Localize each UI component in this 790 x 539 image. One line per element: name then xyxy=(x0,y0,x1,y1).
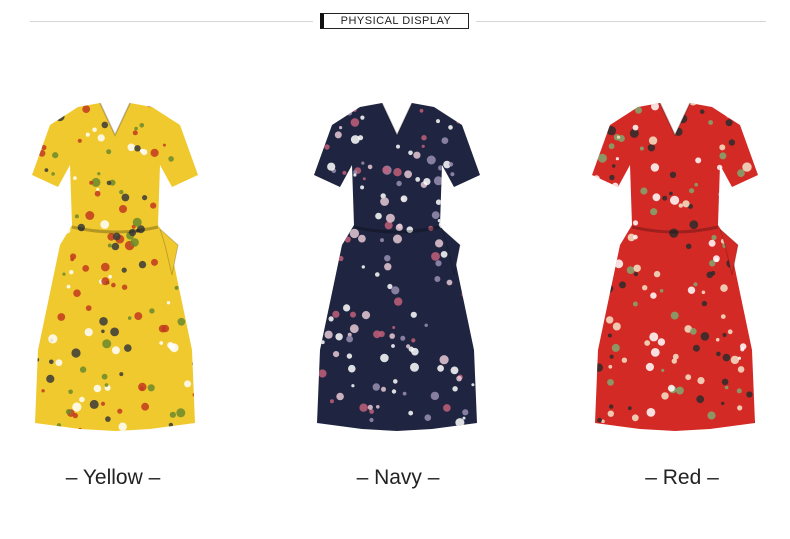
color-label-red: – Red – xyxy=(645,466,719,489)
color-label-yellow: – Yellow – xyxy=(65,466,161,489)
product-image-navy[interactable] xyxy=(282,95,512,435)
dress-illustration-yellow xyxy=(32,102,198,431)
dress-illustration-red xyxy=(592,102,758,431)
dress-illustration-navy xyxy=(314,102,480,431)
product-image-yellow[interactable] xyxy=(0,95,230,435)
product-image-red[interactable] xyxy=(560,95,790,435)
header-divider-left xyxy=(30,21,313,22)
color-label-navy: – Navy – xyxy=(356,466,440,489)
header-divider-right xyxy=(476,21,766,22)
section-title: PHYSICAL DISPLAY xyxy=(320,13,469,29)
